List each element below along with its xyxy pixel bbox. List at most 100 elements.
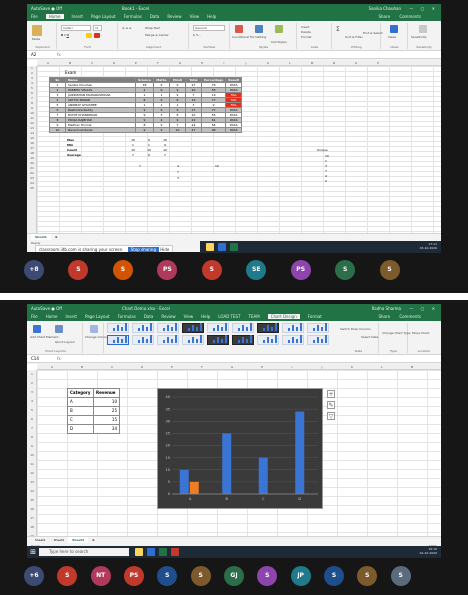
excel-icon[interactable]: [159, 548, 167, 556]
stats-table[interactable]: Max 10 9 10 Min 1 1 9 Count 10 10 10 Average 7 6 7: [65, 137, 173, 157]
row-header-17[interactable]: 17: [27, 514, 37, 523]
format-button[interactable]: Format: [301, 35, 312, 39]
menu-tab-chart-design[interactable]: Chart Design: [267, 314, 300, 319]
table-header-cell[interactable]: Science: [135, 77, 154, 83]
cell-styles-icon[interactable]: [275, 25, 283, 33]
table-header-cell[interactable]: Revenue: [93, 388, 120, 398]
ideas-icon[interactable]: [390, 25, 398, 33]
participant-avatar[interactable]: PS: [124, 566, 144, 586]
bar-b[interactable]: [222, 433, 232, 494]
menu-tab-file[interactable]: File: [31, 314, 38, 319]
add-chart-element-label[interactable]: Add Chart Element: [30, 335, 58, 339]
conditional-formatting-icon[interactable]: [235, 25, 243, 33]
change-chart-type-button[interactable]: Change Chart Type: [382, 331, 411, 335]
font-size-select[interactable]: 11: [93, 25, 102, 31]
menu-tab-format[interactable]: Format: [308, 314, 322, 319]
align-icons[interactable]: ≡ ≡ ≡: [122, 26, 131, 30]
system-tray[interactable]: 17:11 03-10-2020: [420, 242, 437, 250]
row-header-11[interactable]: 11: [27, 460, 37, 469]
unique-value[interactable]: 3: [325, 164, 327, 168]
participant-avatar[interactable]: S: [379, 260, 400, 280]
chart-style-option[interactable]: [182, 323, 204, 333]
participant-avatar[interactable]: NT: [90, 566, 111, 586]
extra-value[interactable]: 3: [177, 176, 179, 180]
menu-tab-load-test[interactable]: LOAD TEST: [218, 314, 240, 319]
taskbar-search-box[interactable]: Type here to search: [39, 548, 129, 556]
move-chart-button[interactable]: Move Chart: [412, 331, 429, 335]
row-header-13[interactable]: 13: [27, 478, 37, 487]
unique-value[interactable]: 10: [325, 154, 329, 158]
delete-button[interactable]: Delete: [301, 30, 311, 34]
extra-value[interactable]: 10: [215, 164, 219, 168]
table-header-cell[interactable]: Category: [67, 388, 94, 398]
fill-color-icon[interactable]: [86, 33, 92, 38]
table-row[interactable]: B 25: [67, 406, 120, 416]
table-cell[interactable]: A: [67, 397, 94, 407]
menu-tab-file[interactable]: File: [31, 14, 38, 19]
participant-avatar[interactable]: PS: [290, 260, 311, 280]
table-cell[interactable]: PASS: [225, 127, 243, 133]
fx-icon[interactable]: fx: [57, 355, 61, 363]
folder-icon[interactable]: [206, 243, 214, 251]
worksheet-grid[interactable]: ABCDEFGHIJKLMNO 123456789101112131415161…: [27, 364, 441, 536]
merge-center-button[interactable]: Merge & Center: [145, 33, 169, 37]
table-cell[interactable]: D: [67, 424, 94, 434]
menu-tab-insert[interactable]: Insert: [72, 14, 83, 19]
menu-tab-team[interactable]: TEAM: [249, 314, 260, 319]
format-table-icon[interactable]: [255, 25, 263, 33]
participant-avatar[interactable]: +6: [24, 566, 44, 586]
participant-avatar[interactable]: PS: [157, 260, 178, 280]
participant-avatar[interactable]: S: [157, 566, 178, 586]
chart-style-option[interactable]: [232, 323, 254, 333]
menu-tab-review[interactable]: Review: [161, 314, 175, 319]
chart-filter-icon[interactable]: ▽: [327, 412, 335, 420]
chart-style-option[interactable]: [182, 335, 204, 345]
stop-sharing-button[interactable]: Stop sharing: [127, 247, 159, 252]
menu-tab-view[interactable]: View: [190, 14, 200, 19]
table-cell[interactable]: 9: [135, 127, 154, 133]
table-cell[interactable]: 10: [49, 127, 66, 133]
menu-tab-view[interactable]: View: [184, 314, 194, 319]
autosave-label[interactable]: AutoSave ● Off: [31, 6, 62, 11]
windows-start-icon[interactable]: ⊞: [29, 548, 37, 556]
table-cell[interactable]: 9: [152, 127, 170, 133]
bar-chart[interactable]: 0 5 10 15 20 25 30 35 40 A B C D: [157, 388, 323, 509]
paste-icon[interactable]: [32, 25, 42, 36]
menu-tab-review[interactable]: Review: [167, 14, 181, 19]
add-chart-element-icon[interactable]: [33, 325, 41, 333]
sensitivity-icon[interactable]: [419, 25, 427, 33]
wrap-text-button[interactable]: Wrap Text: [145, 26, 160, 30]
sensitivity-label[interactable]: Sensitivity: [411, 35, 427, 39]
participant-avatar[interactable]: S: [68, 260, 89, 280]
chart-style-option[interactable]: [207, 323, 229, 333]
participant-avatar[interactable]: S: [112, 260, 133, 280]
chart-style-option[interactable]: [207, 335, 229, 345]
unique-value[interactable]: 7: [325, 169, 327, 173]
row-header-5[interactable]: 5: [27, 406, 37, 415]
menu-tab-data[interactable]: Data: [144, 314, 154, 319]
row-header-12[interactable]: 12: [27, 469, 37, 478]
row-header-9[interactable]: 9: [27, 442, 37, 451]
chart-style-option[interactable]: [157, 335, 179, 345]
chart-style-option[interactable]: [132, 335, 154, 345]
name-box[interactable]: C14: [31, 356, 39, 361]
row-header-15[interactable]: 15: [27, 496, 37, 505]
table-header-cell[interactable]: Percentage: [200, 77, 227, 83]
chart-style-option[interactable]: [157, 323, 179, 333]
table-cell[interactable]: Naved Lambade: [65, 127, 136, 133]
number-format-icons[interactable]: $ % ,: [193, 33, 201, 37]
row-header-14[interactable]: 14: [27, 487, 37, 496]
chart-styles-brush-icon[interactable]: ✎: [327, 401, 335, 409]
table-cell[interactable]: 10: [168, 127, 186, 133]
chart-style-option[interactable]: [107, 335, 129, 345]
row-header-2[interactable]: 2: [27, 379, 37, 388]
stats-label[interactable]: Average: [65, 152, 125, 157]
powerpoint-icon[interactable]: [171, 548, 179, 556]
revenue-table[interactable]: Category Revenue A 10 B 25 C 15 D 34: [67, 388, 120, 434]
participant-avatar[interactable]: JP: [290, 566, 311, 586]
row-header-3[interactable]: 3: [27, 388, 37, 397]
comments-button[interactable]: Comments: [399, 14, 421, 19]
row-header-18[interactable]: 18: [27, 523, 37, 532]
table-row[interactable]: 1 Sanika Chouhan 18 9 9 27 76 PASS: [49, 82, 243, 88]
folder-icon[interactable]: [135, 548, 143, 556]
